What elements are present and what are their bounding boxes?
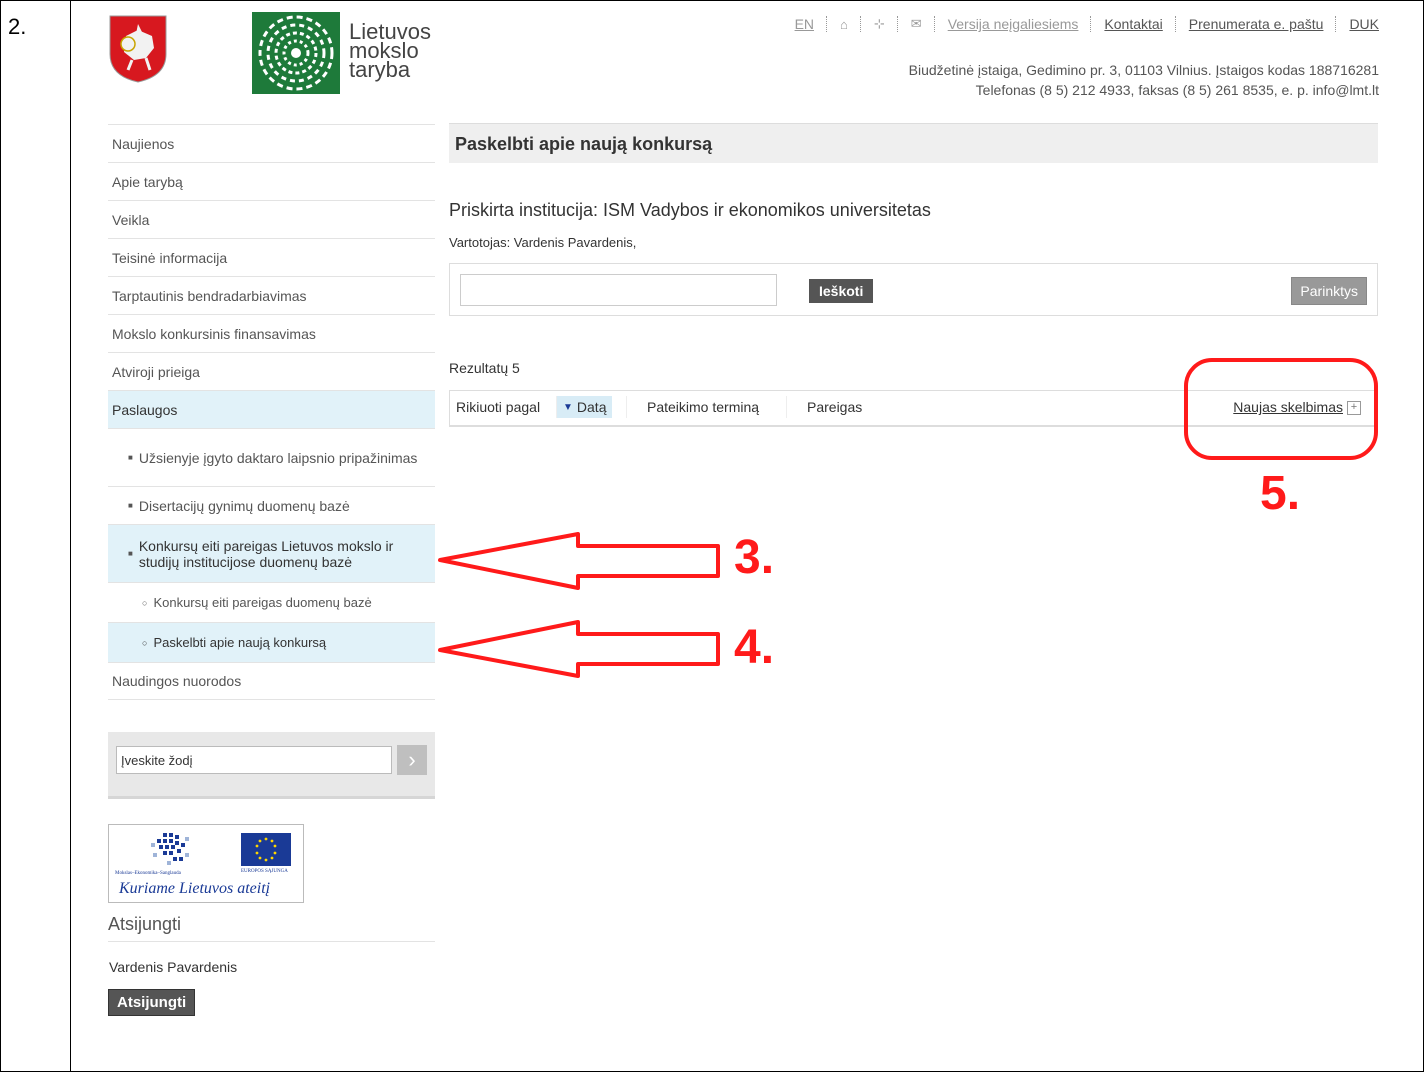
annotation-highlight-5 (1184, 358, 1378, 460)
annotation-label-5: 5. (1260, 467, 1301, 520)
annotation-overlay (438, 358, 1378, 678)
annotation-arrow-3 (438, 532, 720, 590)
annotation-arrow-4 (438, 620, 720, 678)
annotation-label-3: 3. (734, 531, 775, 584)
annotation-label-4: 4. (734, 621, 775, 674)
